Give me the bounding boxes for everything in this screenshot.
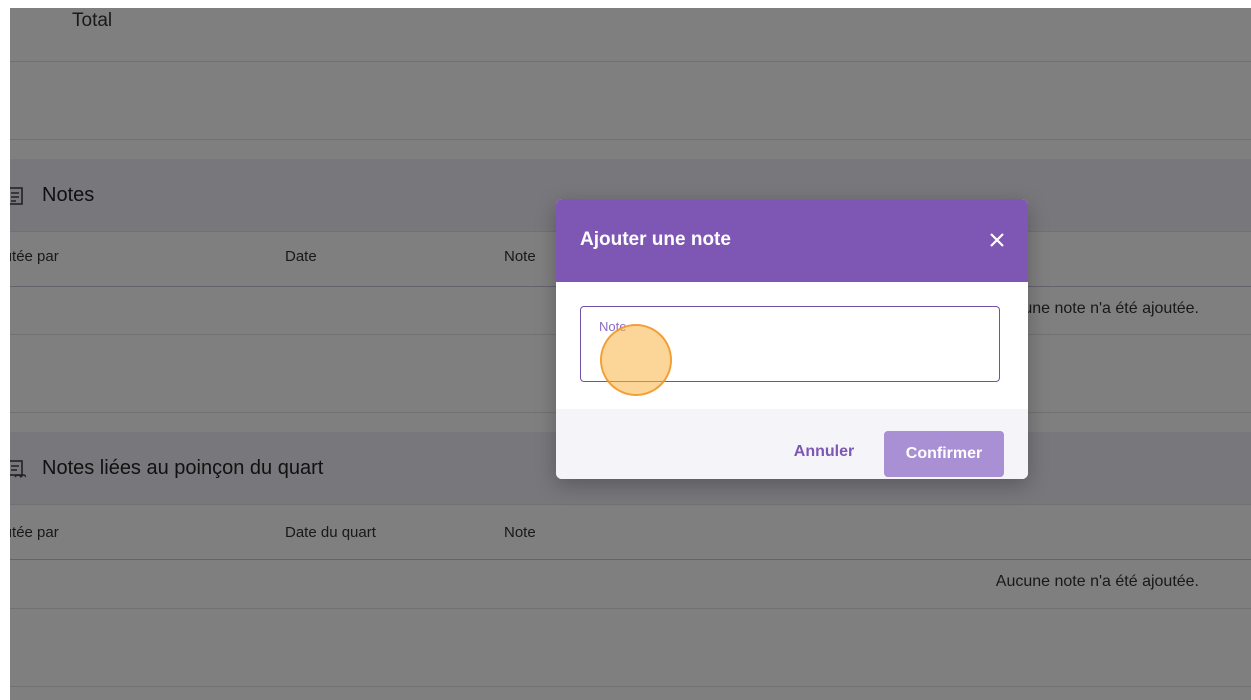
click-indicator [600,324,672,396]
close-icon[interactable] [988,231,1006,249]
dialog-footer: Annuler Confirmer [556,409,1028,479]
dialog-header: Ajouter une note [556,199,1028,282]
page-top-margin [0,0,1251,8]
page-left-margin [0,0,10,700]
cancel-button[interactable]: Annuler [782,429,866,475]
confirm-button[interactable]: Confirmer [884,431,1004,477]
dialog-title: Ajouter une note [580,229,731,250]
